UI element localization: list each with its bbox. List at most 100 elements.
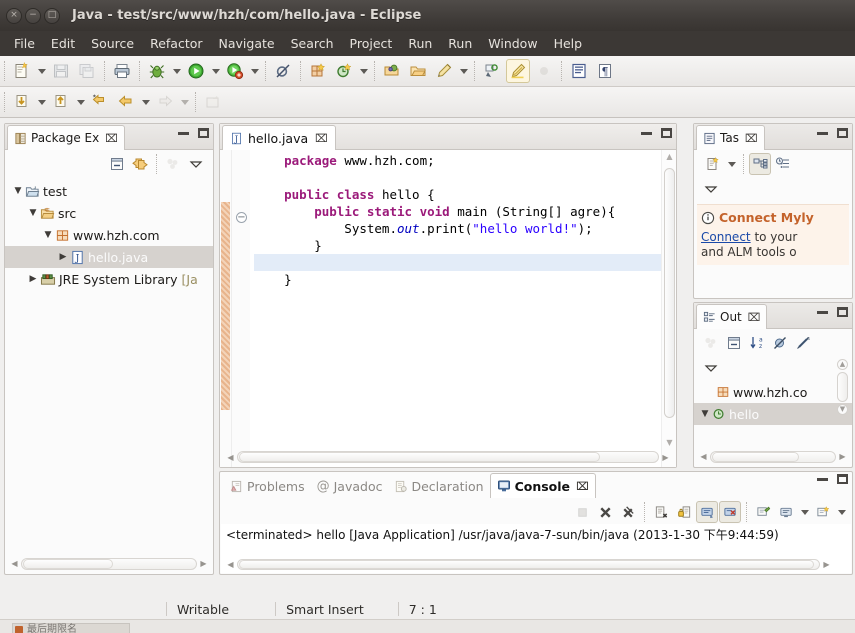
new-task-icon[interactable] (702, 153, 724, 175)
remove-all-icon[interactable] (617, 501, 639, 523)
console-output[interactable]: <terminated> hello [Java Application] /u… (221, 524, 851, 573)
minimize-view-icon[interactable] (817, 477, 828, 481)
block-selection-icon[interactable] (567, 59, 591, 83)
tab-javadoc[interactable]: @ Javadoc (311, 475, 389, 498)
outline-hscrollbar[interactable]: ◀ ▶ (697, 449, 849, 464)
menu-source[interactable]: Source (83, 34, 142, 53)
remove-launch-icon[interactable] (594, 501, 616, 523)
view-menu-icon[interactable] (700, 357, 722, 379)
pilcrow-icon[interactable]: ¶ (593, 59, 617, 83)
open-task-icon[interactable] (406, 59, 430, 83)
back-star-icon[interactable] (88, 90, 112, 114)
close-icon[interactable]: × (6, 7, 22, 24)
tree-item-test[interactable]: test (5, 180, 213, 202)
hscroll-track[interactable] (710, 450, 836, 463)
run-dropdown-icon[interactable] (209, 59, 222, 83)
close-icon[interactable]: ⌧ (576, 480, 589, 493)
new-class-dropdown-icon[interactable] (357, 59, 370, 83)
categorized-icon[interactable] (749, 153, 771, 175)
scroll-right-icon[interactable]: ▶ (836, 452, 849, 461)
open-console-icon[interactable] (812, 501, 834, 523)
chevron-down-icon[interactable] (26, 208, 40, 218)
menu-file[interactable]: File (6, 34, 43, 53)
tab-problems[interactable]: Problems (224, 475, 311, 498)
print-icon[interactable] (110, 59, 134, 83)
tab-console[interactable]: Console ⌧ (489, 473, 596, 498)
minimize-view-icon[interactable] (178, 131, 189, 135)
back-arrow-icon[interactable] (114, 90, 138, 114)
hide-static-icon[interactable]: s (792, 332, 814, 354)
tab-declaration[interactable]: Declaration (388, 475, 489, 498)
search-pencil-icon[interactable] (432, 59, 456, 83)
vscroll-thumb[interactable] (837, 372, 848, 402)
chevron-down-icon[interactable] (725, 152, 738, 176)
menu-search[interactable]: Search (283, 34, 342, 53)
menu-run[interactable]: Run (400, 34, 440, 53)
chevron-down-icon[interactable] (835, 500, 848, 524)
minimize-view-icon[interactable] (817, 310, 828, 314)
minimize-view-icon[interactable] (817, 131, 828, 135)
external-tools-icon[interactable] (223, 59, 247, 83)
source-code[interactable]: package www.hzh.com; public class hello … (250, 150, 661, 467)
display-console-icon[interactable] (775, 501, 797, 523)
menu-edit[interactable]: Edit (43, 34, 83, 53)
hscroll-track[interactable] (237, 559, 820, 570)
scroll-up-icon[interactable]: ▲ (665, 152, 674, 161)
maximize-view-icon[interactable] (198, 128, 209, 138)
tree-item-src[interactable]: src (5, 202, 213, 224)
tab-package-explorer[interactable]: Package Ex ⌧ (7, 125, 125, 150)
scroll-left-icon[interactable]: ◀ (224, 453, 237, 462)
menu-run-2[interactable]: Run (440, 34, 480, 53)
collapse-method-icon[interactable]: − (236, 212, 247, 223)
scroll-down-icon[interactable]: ▼ (837, 404, 848, 415)
view-menu-icon[interactable] (185, 153, 207, 175)
scroll-right-icon[interactable]: ▶ (820, 560, 833, 569)
hscroll-track[interactable] (21, 557, 197, 570)
maximize-view-icon[interactable] (661, 128, 672, 138)
outline-item-package[interactable]: www.hzh.co (694, 381, 852, 403)
view-menu-icon[interactable] (700, 178, 722, 200)
tree-item-jre-library[interactable]: JRE System Library [Ja (5, 268, 213, 290)
minimize-icon[interactable]: − (25, 7, 41, 24)
menu-refactor[interactable]: Refactor (142, 34, 210, 53)
hscroll-thumb[interactable] (23, 558, 114, 569)
maximize-view-icon[interactable] (837, 307, 848, 317)
menu-navigate[interactable]: Navigate (211, 34, 283, 53)
link-editor-icon[interactable] (129, 153, 151, 175)
close-icon[interactable]: ⌧ (748, 311, 761, 324)
package-explorer-hscrollbar[interactable]: ◀ ▶ (8, 556, 210, 571)
minimize-view-icon[interactable] (641, 131, 652, 135)
new-file-dropdown-icon[interactable] (35, 59, 48, 83)
menu-project[interactable]: Project (342, 34, 401, 53)
open-perspective-icon[interactable] (201, 90, 225, 114)
menu-window[interactable]: Window (480, 34, 545, 53)
package-icon[interactable] (306, 59, 330, 83)
scroll-left-icon[interactable]: ◀ (8, 559, 21, 568)
maximize-view-icon[interactable] (837, 128, 848, 138)
clear-console-icon[interactable] (650, 501, 672, 523)
tab-tasks[interactable]: Tas ⌧ (696, 125, 765, 150)
hscroll-thumb[interactable] (239, 560, 815, 569)
hscroll-thumb[interactable] (712, 451, 799, 462)
chevron-down-icon[interactable] (698, 409, 712, 419)
code-editor[interactable]: − package www.hzh.com; public class hell… (220, 150, 676, 467)
terminate-icon[interactable] (571, 501, 593, 523)
collapse-all-icon[interactable] (723, 332, 745, 354)
close-icon[interactable]: ⌧ (315, 132, 328, 145)
chevron-down-icon[interactable] (11, 186, 25, 196)
skip-breakpoints-icon[interactable] (271, 59, 295, 83)
run-play-icon[interactable] (184, 59, 208, 83)
tab-outline[interactable]: Out ⌧ (696, 304, 768, 329)
lock-icon[interactable] (673, 501, 695, 523)
scheduled-icon[interactable] (772, 153, 794, 175)
hide-fields-icon[interactable] (769, 332, 791, 354)
scroll-up-icon[interactable]: ▲ (837, 359, 848, 370)
save-icon[interactable] (49, 59, 73, 83)
focus-task-icon[interactable] (700, 332, 722, 354)
debug-dropdown-icon[interactable] (170, 59, 183, 83)
tree-item-hello-java[interactable]: J hello.java (5, 246, 213, 268)
save-all-icon[interactable] (75, 59, 99, 83)
java-class-icon[interactable] (332, 59, 356, 83)
editor-vscrollbar[interactable]: ▲ ▼ (661, 150, 676, 467)
hscroll-thumb[interactable] (239, 452, 601, 462)
